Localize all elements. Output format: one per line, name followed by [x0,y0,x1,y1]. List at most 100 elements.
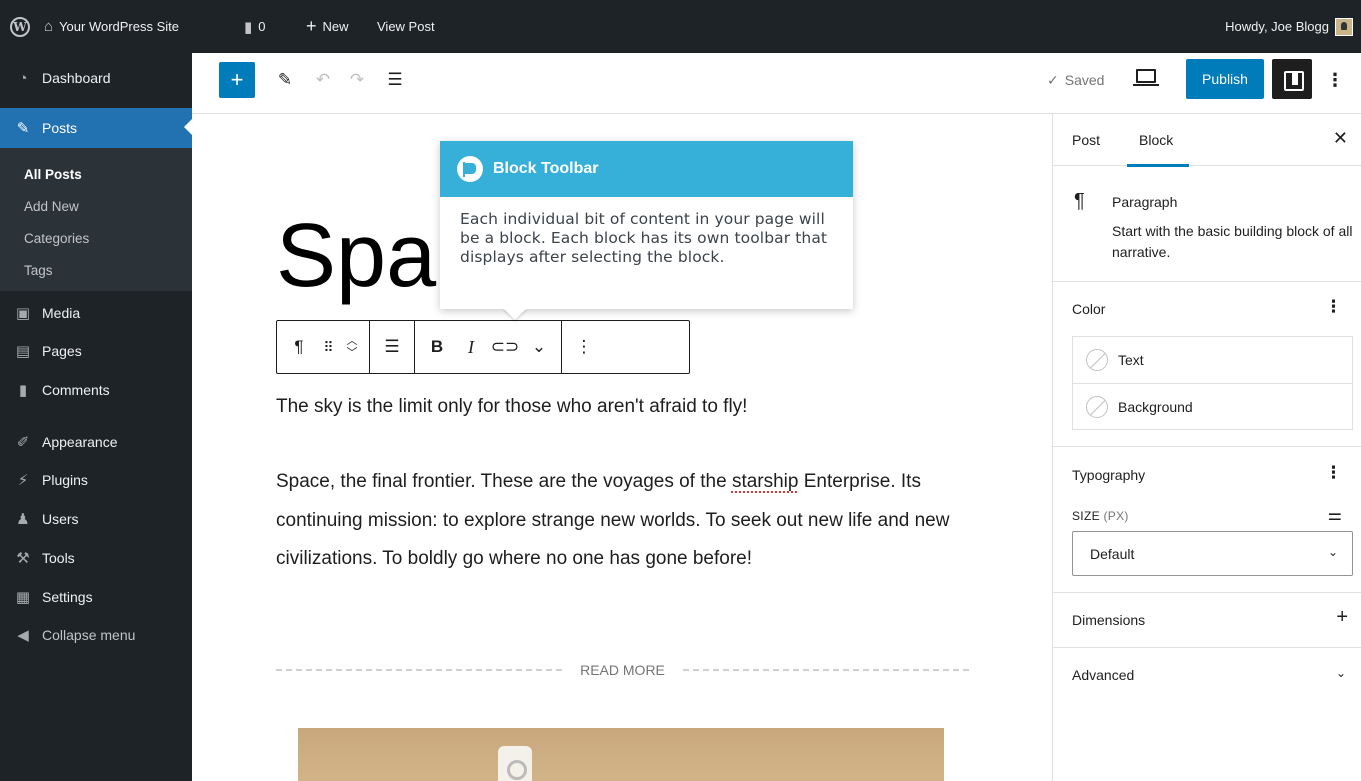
block-card: ¶ Paragraph Start with the basic buildin… [1053,166,1361,282]
redo-icon[interactable]: ↷ [342,65,372,95]
read-more-block[interactable]: READ MORE [276,660,970,680]
settings-sidebar: Post Block ✕ ¶ Paragraph Start with the … [1052,114,1361,781]
chevron-down-icon[interactable]: ⌄ [1336,666,1346,680]
menu-item-settings[interactable]: ▦ Settings [0,578,192,616]
site-name-link[interactable]: ⌂ Your WordPress Site [44,0,179,53]
admin-bar: W ⌂ Your WordPress Site ▮ 0 + New View P… [0,0,1361,53]
comments-icon: ▮ [18,382,28,399]
menu-label: Media [42,305,81,321]
post-title[interactable]: Spa [276,206,436,306]
menu-item-users[interactable]: ♟ Users [0,500,192,538]
size-unit: (PX) [1103,509,1129,523]
submenu-add-new[interactable]: Add New [0,190,192,222]
menu-item-media[interactable]: ▣ Media [0,294,192,332]
image-object [498,746,532,781]
font-size-value: Default [1090,545,1135,562]
paintbrush-icon: ✐ [16,434,30,451]
account-menu[interactable]: Howdy, Joe Blogg [1225,0,1353,53]
publish-button[interactable]: Publish [1186,59,1264,99]
menu-label: Pages [42,343,82,359]
menu-item-plugins[interactable]: ⚡ Plugins [0,461,192,499]
editor-header-toolbar: + ✎ ↶ ↷ ☰ ✓ Saved Publish ⋮ [192,53,1361,114]
submenu-categories[interactable]: Categories [0,222,192,254]
menu-item-tools[interactable]: ⚒ Tools [0,539,192,577]
menu-label: Posts [42,120,78,136]
advanced-panel[interactable]: Advanced ⌄ [1053,648,1361,703]
menu-item-dashboard[interactable]: ◔ Dashboard [0,59,192,97]
menu-label: Settings [42,589,93,605]
site-name: Your WordPress Site [59,19,180,34]
close-icon[interactable]: ✕ [1333,128,1348,149]
options-kebab-icon[interactable]: ⋮ [1320,65,1350,95]
empty-swatch-icon [1086,349,1108,371]
new-content-link[interactable]: + New [306,0,349,53]
collapse-menu-button[interactable]: ◀ Collapse menu [0,616,192,654]
read-more-label: READ MORE [580,662,665,678]
block-type-group: ¶ ⠿ ︿ ﹀ [277,321,370,373]
link-icon[interactable]: ⊂⊃ [489,329,521,365]
howdy-text: Howdy, Joe Blogg [1225,19,1329,34]
tooltip-arrow [503,308,527,320]
media-icon: ▣ [15,305,31,322]
menu-item-appearance[interactable]: ✐ Appearance [0,423,192,461]
bold-icon[interactable]: B [421,329,453,365]
chevron-down-icon: ⌄ [1327,545,1338,559]
more-formatting-chevron-icon[interactable]: ⌄ [523,329,555,365]
comment-count: 0 [258,19,266,34]
move-up-icon[interactable]: ︿ [347,335,358,347]
paragraph-icon[interactable]: ¶ [283,329,315,365]
list-view-icon[interactable]: ☰ [380,65,410,95]
formatting-group: B I ⊂⊃ ⌄ [415,321,562,373]
view-post-link[interactable]: View Post [377,0,435,53]
custom-size-sliders-icon[interactable]: ⚌ [1328,505,1342,525]
alignment-group: ☰ [370,321,415,373]
tab-post[interactable]: Post [1072,114,1100,166]
color-background-item[interactable]: Background [1073,383,1352,429]
plus-icon[interactable]: + [1336,606,1348,629]
menu-item-posts[interactable]: ✎ Posts [0,108,192,148]
block-options-kebab-icon[interactable]: ⋮ [568,329,600,365]
color-text-item[interactable]: Text [1073,337,1352,383]
tab-block[interactable]: Block [1126,114,1190,167]
typography-options-kebab-icon[interactable]: ⋮ [1325,463,1342,483]
preview-icon[interactable] [1133,69,1159,86]
settings-panel-toggle-icon[interactable] [1272,59,1312,99]
new-label: New [322,19,349,34]
drag-handle-icon[interactable]: ⠿ [317,329,339,365]
menu-item-comments[interactable]: ▮ Comments [0,371,192,409]
block-movers[interactable]: ︿ ﹀ [341,335,363,359]
color-options-kebab-icon[interactable]: ⋮ [1325,297,1342,317]
italic-icon[interactable]: I [455,329,487,365]
advanced-heading: Advanced [1072,667,1135,683]
paragraph-block-body[interactable]: Space, the final frontier. These are the… [276,463,976,579]
image-block[interactable] [298,728,944,781]
collapse-arrow-icon: ◀ [17,627,29,644]
menu-label: Dashboard [42,70,111,86]
wordpress-menu[interactable]: W [10,0,30,53]
dimensions-panel[interactable]: Dimensions + [1053,593,1361,648]
block-card-title: Paragraph [1112,194,1178,210]
comment-bubble-icon: ▮ [244,18,253,36]
avatar [1335,17,1353,36]
paragraph-block-tagline[interactable]: The sky is the limit only for those who … [276,396,747,418]
saved-status: ✓ Saved [1047,65,1104,95]
color-settings-list: Text Background [1072,336,1353,430]
comments-link[interactable]: ▮ 0 [244,0,266,53]
divider-right [682,669,970,671]
block-toolbar-tooltip: Block Toolbar Each individual bit of con… [440,141,853,309]
menu-label: Appearance [42,434,118,450]
font-size-select[interactable]: Default ⌄ [1072,531,1353,576]
tools-edit-icon[interactable]: ✎ [270,65,300,95]
checkmark-icon: ✓ [1047,71,1059,88]
add-block-button[interactable]: + [219,62,255,98]
menu-item-pages[interactable]: ▤ Pages [0,332,192,370]
menu-label: Plugins [42,472,88,488]
align-text-icon[interactable]: ☰ [376,329,408,365]
font-size-label: SIZE (PX) [1072,509,1129,523]
paragraph-icon: ¶ [1074,190,1085,212]
submenu-tags[interactable]: Tags [0,254,192,286]
undo-icon[interactable]: ↶ [308,65,338,95]
submenu-all-posts[interactable]: All Posts [0,158,192,190]
flag-icon [457,156,483,182]
move-down-icon[interactable]: ﹀ [347,347,358,359]
